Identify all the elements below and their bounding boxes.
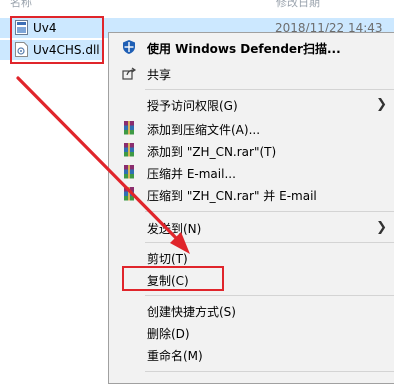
menu-item-delete[interactable]: 删除(D) bbox=[109, 321, 394, 343]
menu-item-send-to[interactable]: 发送到(N) ❯ bbox=[109, 216, 394, 238]
winrar-icon bbox=[124, 165, 134, 179]
winrar-icon bbox=[124, 143, 134, 157]
menu-item-label: 共享 bbox=[147, 68, 172, 82]
menu-item-add-to-archive[interactable]: 添加到压缩文件(A)... bbox=[109, 117, 394, 139]
column-header: 名称 修改日期 bbox=[0, 0, 394, 8]
menu-item-share[interactable]: 共享 bbox=[109, 62, 394, 84]
winrar-icon bbox=[124, 121, 134, 135]
menu-item-create-shortcut[interactable]: 创建快捷方式(S) bbox=[109, 299, 394, 321]
menu-item-add-to-zh-cn-rar[interactable]: 添加到 "ZH_CN.rar"(T) bbox=[109, 139, 394, 161]
menu-item-grant-access[interactable]: 授予访问权限(G) ❯ bbox=[109, 93, 394, 115]
menu-item-label: 压缩到 "ZH_CN.rar" 并 E-mail bbox=[147, 189, 317, 203]
menu-item-label: 压缩并 E-mail... bbox=[147, 167, 236, 181]
menu-item-compress-email[interactable]: 压缩并 E-mail... bbox=[109, 161, 394, 183]
windows-defender-icon bbox=[123, 40, 135, 54]
menu-separator bbox=[145, 295, 394, 296]
column-name-header[interactable]: 名称 bbox=[10, 0, 32, 8]
menu-item-label: 授予访问权限(G) bbox=[147, 99, 238, 113]
menu-item-label: 使用 Windows Defender扫描... bbox=[147, 42, 341, 56]
menu-item-cut[interactable]: 剪切(T) bbox=[109, 246, 394, 268]
menu-separator bbox=[145, 242, 394, 243]
copy-annotation-box bbox=[122, 266, 224, 291]
menu-item-label: 添加到压缩文件(A)... bbox=[147, 123, 261, 137]
share-icon bbox=[122, 67, 137, 80]
menu-item-label: 添加到 "ZH_CN.rar"(T) bbox=[147, 145, 277, 159]
menu-item-defender-scan[interactable]: 使用 Windows Defender扫描... bbox=[109, 36, 394, 58]
menu-item-label: 剪切(T) bbox=[147, 252, 188, 266]
menu-item-label: 重命名(M) bbox=[147, 349, 203, 363]
menu-item-compress-to-rar-email[interactable]: 压缩到 "ZH_CN.rar" 并 E-mail bbox=[109, 183, 394, 205]
menu-item-label: 删除(D) bbox=[147, 327, 190, 341]
menu-separator bbox=[145, 89, 394, 90]
menu-item-rename[interactable]: 重命名(M) bbox=[109, 343, 394, 365]
winrar-icon bbox=[124, 187, 134, 201]
chevron-right-icon: ❯ bbox=[376, 97, 387, 112]
chevron-right-icon: ❯ bbox=[376, 220, 387, 235]
menu-item-label: 发送到(N) bbox=[147, 222, 202, 236]
files-annotation-box bbox=[10, 16, 104, 64]
menu-separator bbox=[145, 371, 394, 372]
context-menu: 使用 Windows Defender扫描... 共享 授予访问权限(G) ❯ … bbox=[108, 32, 394, 384]
menu-separator bbox=[145, 211, 394, 212]
column-date-header[interactable]: 修改日期 bbox=[276, 0, 320, 8]
menu-item-label: 创建快捷方式(S) bbox=[147, 305, 236, 319]
